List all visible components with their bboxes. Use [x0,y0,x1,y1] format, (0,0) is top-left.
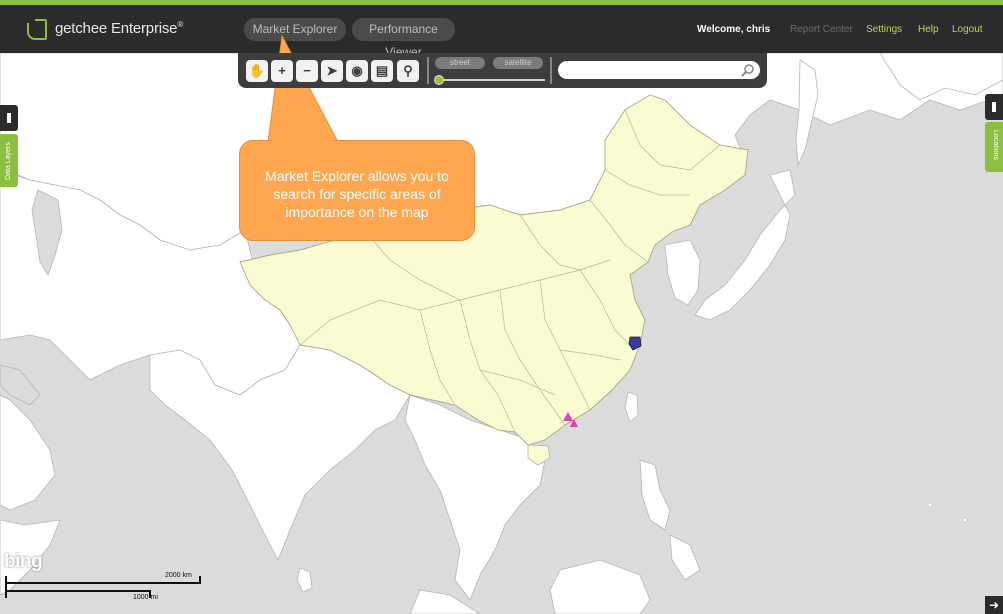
select-arrow-icon[interactable]: ➤ [321,60,343,82]
bing-logo: bing [4,551,43,572]
zoom-out-icon[interactable]: − [296,60,318,82]
panel-handle-icon [7,113,11,123]
print-icon[interactable]: ▤ [371,60,393,82]
toolbar-divider [550,57,552,84]
data-layers-label: Data Layers [5,142,12,180]
camera-icon[interactable]: ◉ [346,60,368,82]
settings-link[interactable]: Settings [866,24,902,35]
map-pin-icon[interactable]: ⚲ [397,60,419,82]
zoom-in-icon[interactable]: + [271,60,293,82]
right-panel-toggle[interactable] [985,94,1003,120]
borneo-land [549,559,651,614]
scale-mi-label: 1000 mi [133,594,158,601]
view-slider-handle[interactable] [434,75,444,85]
street-view-button[interactable]: street [435,57,485,69]
view-slider-track[interactable] [438,79,545,81]
welcome-text: Welcome, chris [697,24,771,35]
panel-handle-icon [992,102,996,112]
left-panel-toggle[interactable] [0,105,18,131]
island-2 [962,517,968,523]
pan-hand-icon[interactable]: ✋ [246,60,268,82]
expand-arrow-icon[interactable]: ➜ [985,596,1003,614]
island-1 [927,502,933,508]
arabia-land [0,394,56,511]
tab-performance-viewer[interactable]: Performance Viewer [352,18,455,59]
tab-market-explorer[interactable]: Market Explorer [244,18,346,41]
map-graphic [0,53,1003,614]
india-land [149,344,411,561]
map-search-input[interactable] [558,61,760,79]
tooltip-callout-text: Market Explorer allows you to search for… [265,168,449,220]
korea-land [664,239,701,306]
taiwan-land [624,391,639,423]
scale-bar-km-tick [199,576,201,584]
philippines-land [639,459,701,581]
top-navigation-bar: getchee Enterprise® Market Explorer Perf… [0,5,1003,59]
brand-logo-icon [25,17,47,40]
logout-link[interactable]: Logout [952,24,983,35]
map-canvas[interactable] [0,53,1003,614]
scale-bar-mi [5,590,150,592]
satellite-view-button[interactable]: satellite [493,57,543,69]
search-icon[interactable] [741,63,755,77]
map-toolbar: ✋ + − ➤ ◉ ▤ ⚲ street satellite [238,53,767,88]
report-center-link[interactable]: Report Center [790,24,853,35]
sri-lanka-land [296,567,313,593]
help-link[interactable]: Help [918,24,939,35]
scale-bar-origin [5,576,7,598]
brand-name: getchee Enterprise® [55,20,184,37]
scale-km-label: 2000 km [165,572,192,579]
scale-bar-km [5,582,200,584]
toolbar-divider [427,57,429,84]
locations-label: Locations [992,130,999,160]
